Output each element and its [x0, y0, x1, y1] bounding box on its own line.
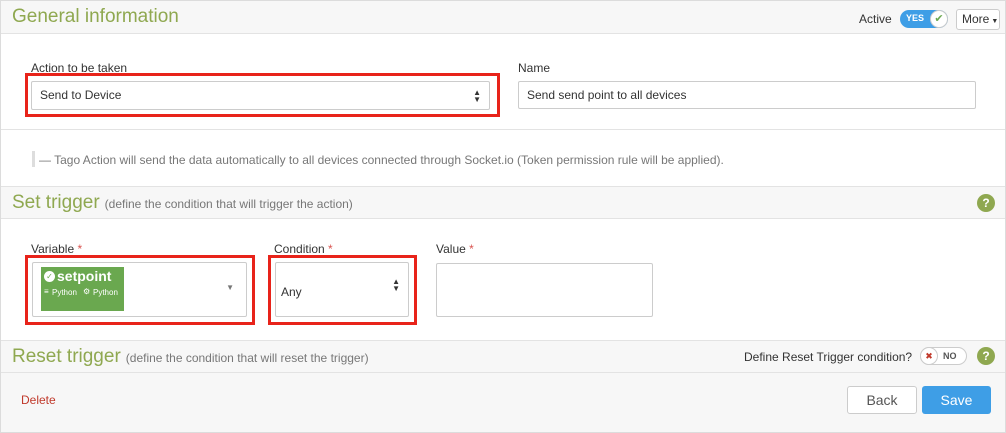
reset-toggle[interactable]: ✖ NO	[920, 347, 967, 365]
close-icon: ✖	[920, 347, 938, 365]
caret-down-icon: ▼	[226, 283, 234, 292]
sort-arrows-icon: ▲ ▼	[473, 88, 481, 104]
reset-toggle-label: NO	[943, 351, 957, 361]
variable-chip-device: Python	[93, 288, 118, 297]
condition-select-value: Any	[281, 285, 302, 299]
value-input[interactable]	[436, 263, 653, 317]
save-button[interactable]: Save	[922, 386, 991, 414]
help-icon[interactable]: ?	[977, 194, 995, 212]
condition-label-text: Condition	[274, 242, 325, 256]
action-select-value: Send to Device	[40, 88, 122, 102]
delete-link[interactable]: Delete	[21, 393, 56, 407]
condition-select[interactable]: Any ▲ ▼	[275, 262, 409, 317]
reset-trigger-header: Reset trigger (define the condition that …	[1, 340, 1005, 373]
define-reset-label: Define Reset Trigger condition?	[744, 350, 913, 364]
general-info-header: General information Active YES ✔ More ▼	[1, 1, 1005, 34]
active-label: Active	[859, 12, 892, 26]
check-circle-icon: ✓	[44, 271, 55, 282]
set-trigger-subtitle: (define the condition that will trigger …	[104, 197, 353, 211]
note-divider	[1, 129, 1005, 130]
variable-select[interactable]: ✓ setpoint ≡ Python ⚙ Python ▼	[32, 262, 247, 317]
caret-down-icon: ▼	[991, 18, 999, 25]
variable-label: Variable *	[31, 242, 82, 256]
general-info-title: General information	[12, 6, 179, 27]
required-mark: *	[77, 242, 83, 256]
more-label: More	[962, 12, 990, 26]
variable-label-text: Variable	[31, 242, 75, 256]
reset-trigger-title: Reset trigger (define the condition that …	[12, 346, 369, 368]
reset-trigger-subtitle: (define the condition that will reset th…	[125, 351, 369, 365]
back-button[interactable]: Back	[847, 386, 917, 414]
note-bar	[32, 151, 35, 167]
action-label: Action to be taken	[31, 61, 128, 75]
database-icon: ≡	[44, 287, 49, 296]
help-icon[interactable]: ?	[977, 347, 995, 365]
action-form: General information Active YES ✔ More ▼ A…	[0, 0, 1006, 433]
name-label: Name	[518, 61, 551, 75]
active-toggle-label: YES	[906, 13, 925, 23]
check-icon: ✔	[930, 10, 948, 28]
set-trigger-header: Set trigger (define the condition that wi…	[1, 186, 1005, 219]
reset-trigger-title-text: Reset trigger	[12, 346, 121, 367]
more-button[interactable]: More ▼	[956, 9, 1000, 30]
set-trigger-title-text: Set trigger	[12, 192, 100, 213]
required-mark: *	[469, 242, 474, 256]
footer: Delete Back Save	[1, 373, 1005, 432]
set-trigger-title: Set trigger (define the condition that wi…	[12, 192, 353, 214]
action-select[interactable]: Send to Device ▲ ▼	[31, 81, 490, 110]
variable-chip-bucket: Python	[52, 288, 77, 297]
value-label: Value *	[436, 242, 474, 256]
name-input[interactable]: Send send point to all devices	[518, 81, 976, 109]
variable-chip: ✓ setpoint ≡ Python ⚙ Python	[41, 267, 124, 311]
action-note: — Tago Action will send the data automat…	[39, 153, 724, 167]
devices-icon: ⚙	[83, 287, 91, 296]
condition-label: Condition *	[274, 242, 333, 256]
active-toggle[interactable]: YES ✔	[900, 10, 948, 28]
variable-chip-name: setpoint	[57, 268, 112, 284]
required-mark: *	[328, 242, 333, 256]
name-input-value: Send send point to all devices	[527, 88, 687, 102]
value-label-text: Value	[436, 242, 466, 256]
sort-arrows-icon: ▲ ▼	[392, 277, 400, 293]
